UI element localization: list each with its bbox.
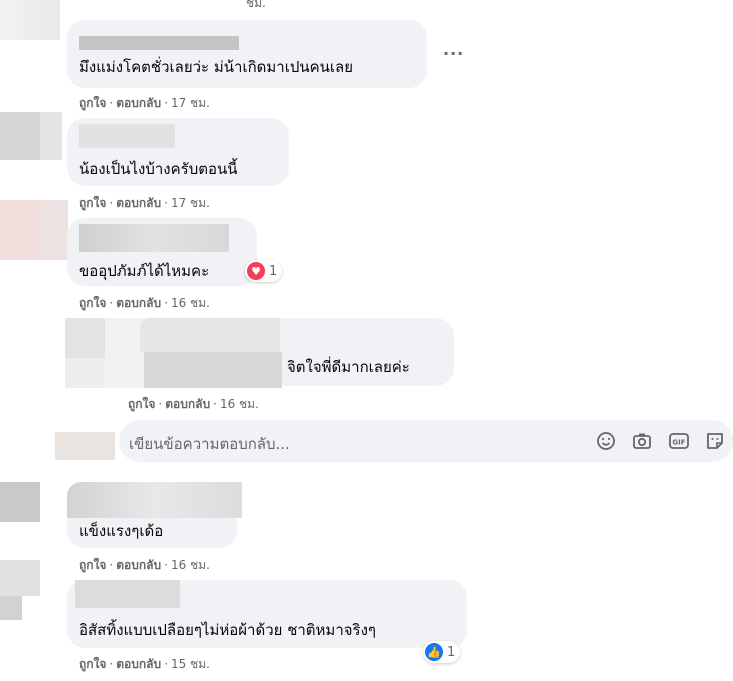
comment-text: แข็งแรงๆเด้อ	[79, 522, 164, 540]
comment-time[interactable]: 16 ชม.	[171, 558, 210, 572]
avatar[interactable]	[105, 318, 145, 388]
avatar[interactable]	[0, 0, 60, 40]
emoji-icon[interactable]	[595, 430, 617, 452]
avatar[interactable]	[0, 482, 40, 522]
reply-placeholder: เขียนข้อความตอบกลับ...	[129, 435, 290, 453]
avatar[interactable]	[0, 596, 22, 620]
reaction-count: 1	[269, 263, 278, 279]
avatar[interactable]	[40, 112, 62, 160]
reply-link[interactable]: ตอบกลับ	[116, 558, 161, 572]
reaction-badge[interactable]: 👍 1	[423, 641, 461, 663]
avatar[interactable]	[40, 200, 68, 260]
gif-icon[interactable]: GIF	[668, 430, 690, 452]
author-name[interactable]	[75, 580, 180, 608]
comment-actions: ถูกใจ · ตอบกลับ · 17 ชม.	[79, 96, 210, 110]
like-link[interactable]: ถูกใจ	[79, 196, 106, 210]
like-link[interactable]: ถูกใจ	[79, 96, 106, 110]
comment-text: จิตใจพี่ดีมากเลยค่ะ	[287, 358, 410, 376]
more-options-icon[interactable]: ···	[443, 44, 464, 63]
reply-link[interactable]: ตอบกลับ	[116, 657, 161, 671]
avatar[interactable]	[0, 200, 40, 260]
comment-time[interactable]: 15 ชม.	[171, 657, 210, 671]
reaction-badge[interactable]: ♥ 1	[245, 260, 283, 282]
sticker-icon[interactable]	[704, 430, 726, 452]
author-name[interactable]	[140, 318, 280, 352]
svg-text:GIF: GIF	[672, 438, 685, 446]
camera-icon[interactable]	[631, 430, 653, 452]
author-name[interactable]	[67, 482, 242, 518]
like-link[interactable]: ถูกใจ	[79, 296, 106, 310]
comment-time[interactable]: 17 ชม.	[171, 96, 210, 110]
avatar[interactable]	[55, 432, 115, 460]
comment-actions: ถูกใจ · ตอบกลับ · 16 ชม.	[79, 296, 210, 310]
reply-link[interactable]: ตอบกลับ	[116, 196, 161, 210]
comment-text: อิสัสทิ้งแบบเปลือยๆไม่ห่อผ้าด้วย ชาติหมา…	[79, 621, 376, 639]
comment-actions: ถูกใจ · ตอบกลับ · 16 ชม.	[128, 397, 259, 411]
author-name[interactable]	[144, 352, 282, 388]
reply-link[interactable]: ตอบกลับ	[116, 96, 161, 110]
avatar[interactable]	[65, 358, 105, 388]
reply-input[interactable]: เขียนข้อความตอบกลับ... GIF	[119, 420, 733, 462]
author-name[interactable]	[79, 224, 229, 252]
comment-time[interactable]: 17 ชม.	[171, 196, 210, 210]
previous-comment-time: ชม.	[246, 0, 266, 10]
comment-text: ขออุปภัมภ์ได้ไหมคะ	[79, 262, 210, 280]
comment-text: มึงแม่งโคตชั่วเลยว่ะ ม่น้าเกิดมาเปนคนเลย	[79, 58, 354, 76]
like-link[interactable]: ถูกใจ	[79, 657, 106, 671]
like-reaction-icon: 👍	[425, 643, 443, 661]
comment-actions: ถูกใจ · ตอบกลับ · 15 ชม.	[79, 657, 210, 671]
reaction-count: 1	[447, 644, 456, 660]
love-reaction-icon: ♥	[247, 262, 265, 280]
avatar[interactable]	[0, 112, 40, 160]
comment-time[interactable]: 16 ชม.	[220, 397, 259, 411]
like-link[interactable]: ถูกใจ	[128, 397, 155, 411]
author-name[interactable]	[79, 124, 175, 148]
avatar[interactable]	[65, 318, 105, 358]
comment-text: น้องเป็นไงบ้างครับตอนนี้	[79, 160, 238, 178]
author-name[interactable]	[79, 36, 239, 50]
comment-actions: ถูกใจ · ตอบกลับ · 17 ชม.	[79, 196, 210, 210]
reply-link[interactable]: ตอบกลับ	[116, 296, 161, 310]
like-link[interactable]: ถูกใจ	[79, 558, 106, 572]
reply-link[interactable]: ตอบกลับ	[165, 397, 210, 411]
comment-time[interactable]: 16 ชม.	[171, 296, 210, 310]
avatar[interactable]	[0, 560, 40, 596]
comment-actions: ถูกใจ · ตอบกลับ · 16 ชม.	[79, 558, 210, 572]
